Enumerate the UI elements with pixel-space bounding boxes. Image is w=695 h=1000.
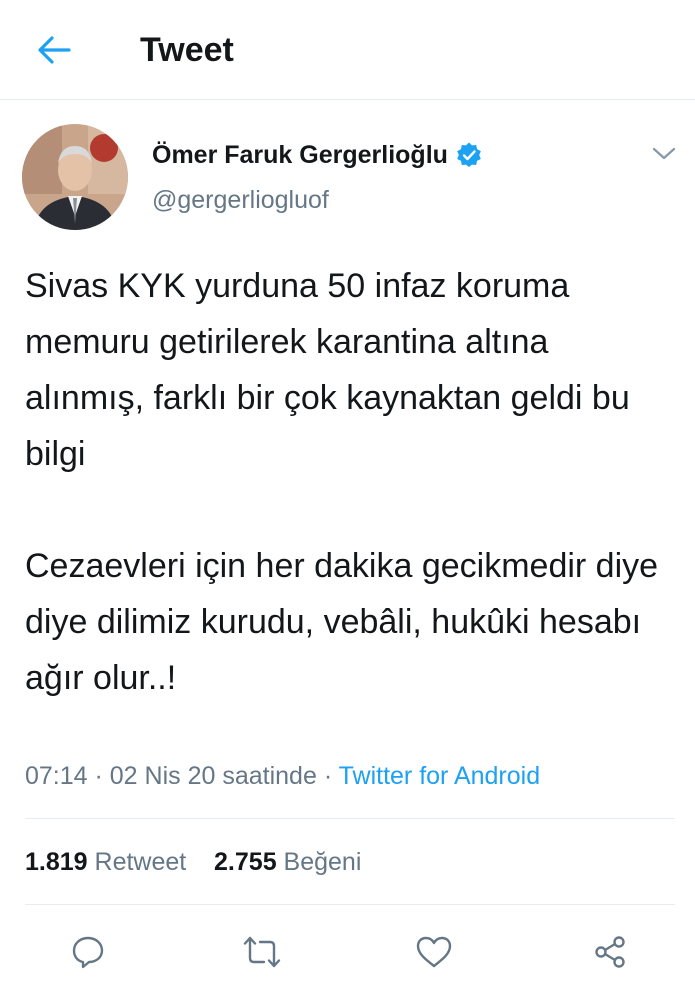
like-icon (416, 936, 452, 968)
divider (25, 818, 675, 819)
share-button[interactable] (590, 932, 630, 972)
arrow-left-icon (38, 36, 71, 64)
retweets-stat[interactable]: 1.819 Retweet (25, 848, 186, 876)
meta-separator: · (316, 762, 339, 790)
more-options-button[interactable] (648, 140, 680, 168)
author-name-row: Ömer Faruk Gergerlioğlu (152, 140, 482, 170)
share-icon (595, 936, 625, 968)
tweet-paragraph: Sivas KYK yurduna 50 infaz koruma memuru… (25, 267, 630, 473)
meta-separator: · (87, 762, 110, 790)
likes-stat[interactable]: 2.755 Beğeni (214, 848, 361, 876)
retweets-count: 1.819 (25, 848, 88, 876)
reply-icon (72, 936, 104, 969)
avatar[interactable] (22, 124, 128, 230)
tweet-text: Sivas KYK yurduna 50 infaz koruma memuru… (25, 258, 675, 706)
likes-label: Beğeni (283, 848, 362, 876)
tweet-date[interactable]: 02 Nis 20 saatinde (110, 762, 317, 790)
divider (25, 904, 675, 905)
author-handle[interactable]: @gergerliogluof (152, 185, 329, 215)
tweet-paragraph: Cezaevleri için her dakika gecikmedir di… (25, 547, 659, 697)
verified-badge-icon (457, 142, 481, 167)
page-title: Tweet (140, 31, 234, 69)
reply-button[interactable] (68, 932, 108, 972)
chevron-down-icon (652, 147, 676, 160)
retweets-label: Retweet (94, 848, 187, 876)
tweet-time[interactable]: 07:14 (25, 762, 88, 790)
retweet-icon (243, 936, 281, 968)
back-button[interactable] (30, 28, 78, 72)
likes-count: 2.755 (214, 848, 277, 876)
tweet-meta: 07:14 · 02 Nis 20 saatinde · Twitter for… (25, 760, 540, 792)
retweet-button[interactable] (242, 932, 282, 972)
like-button[interactable] (414, 932, 454, 972)
tweet-stats: 1.819 Retweet 2.755 Beğeni (25, 846, 361, 878)
tweet-source[interactable]: Twitter for Android (339, 762, 540, 790)
author-display-name[interactable]: Ömer Faruk Gergerlioğlu (152, 140, 448, 170)
top-bar: Tweet (0, 0, 695, 100)
